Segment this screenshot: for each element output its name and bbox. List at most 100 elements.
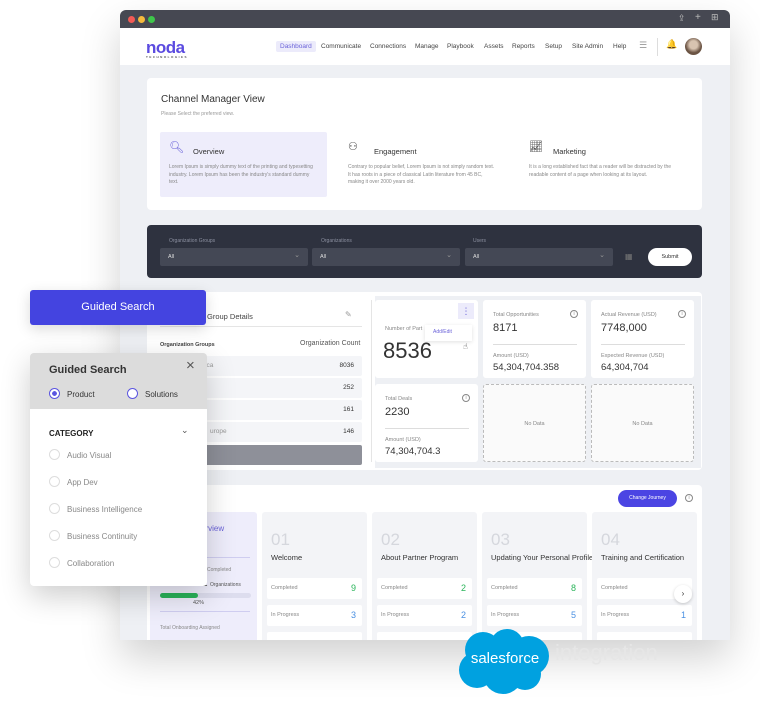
title-bar: ⇪ + ⊞ (120, 10, 730, 28)
radio-label: Product (67, 390, 95, 399)
completed-row: Completed 8 (487, 578, 582, 599)
progress-bar (160, 593, 251, 598)
option-title: Marketing (553, 147, 586, 156)
info-icon[interactable]: i (678, 310, 686, 318)
nav-assets[interactable]: Assets (484, 43, 504, 50)
calendar-icon[interactable]: ▦ (625, 252, 633, 261)
column-header: Organization Count (300, 340, 361, 347)
column-header: Organization Groups (160, 342, 215, 348)
category-checkbox[interactable] (49, 476, 60, 487)
journey-step-card[interactable]: 03 Updating Your Personal Profile Comple… (482, 512, 593, 640)
empty-card: No Data (591, 384, 694, 462)
step-title: Updating Your Personal Profile (491, 553, 594, 562)
integration-text: integration (555, 640, 658, 665)
browser-window: ⇪ + ⊞ noda TECHNOLOGIES Dashboard Communi… (120, 10, 730, 640)
empty-card: No Data (483, 384, 586, 462)
new-tab-icon[interactable]: + (695, 12, 701, 23)
view-option-overview[interactable]: 🔍︎ Overview Lorem Ipsum is simply dummy … (160, 132, 327, 197)
category-item[interactable]: Collaboration (67, 559, 114, 568)
opportunities-card: Total Opportunities i 8171 Amount (USD) 5… (483, 300, 586, 378)
group-details-title: Group Details (207, 312, 253, 321)
category-item[interactable]: App Dev (67, 478, 98, 487)
step-number: 02 (381, 530, 400, 549)
option-title: Overview (193, 147, 225, 156)
info-icon[interactable]: i (570, 310, 578, 318)
tabs-grid-icon[interactable]: ⊞ (711, 12, 719, 23)
journey-step-card[interactable]: 02 About Partner Program Completed 2 In P… (372, 512, 477, 640)
share-icon[interactable]: ⇪ (678, 13, 686, 24)
step-number: 01 (271, 530, 290, 549)
filter-label: Users (473, 238, 487, 244)
partners-value: 8536 (383, 338, 432, 363)
option-text: Lorem Ipsum is simply dummy text of the … (169, 164, 313, 185)
journey-step-card[interactable]: 04 Training and Certification Completed … (592, 512, 697, 640)
maximize-window-button[interactable] (148, 16, 155, 23)
category-item[interactable]: Audio Visual (67, 451, 111, 460)
submit-button[interactable]: Submit (648, 248, 692, 266)
more-options-icon[interactable]: ⋮ (458, 303, 474, 319)
option-text: It is a long established fact that a rea… (529, 164, 672, 178)
in-progress-row: In Progress 2 (377, 605, 472, 626)
menu-item-add-edit[interactable]: Add/Edit (425, 325, 472, 341)
users-select[interactable]: All (465, 248, 613, 266)
page-title: Channel Manager View (161, 94, 265, 105)
filter-label: Organizations (321, 238, 352, 244)
nav-site-admin[interactable]: Site Admin (572, 43, 603, 50)
nav-playbook[interactable]: Playbook (447, 43, 474, 50)
organization-groups-select[interactable]: All (160, 248, 308, 266)
close-window-button[interactable] (128, 16, 135, 23)
close-icon[interactable]: × (186, 357, 195, 374)
orgs-label: Organizations (210, 582, 241, 588)
step-number: 03 (491, 530, 510, 549)
change-journey-button[interactable]: Change Journey (618, 490, 677, 507)
organizations-select[interactable]: All (312, 248, 460, 266)
partners-card: Number of Part 8536 ⋮ Add/Edit ☝ (375, 300, 478, 378)
avatar[interactable] (685, 38, 702, 55)
people-icon: ⚇ (348, 141, 358, 153)
divider (657, 38, 658, 56)
category-checkbox[interactable] (49, 530, 60, 541)
channel-manager-view-card: Channel Manager View Please Select the p… (147, 78, 702, 210)
popup-title: Guided Search (49, 364, 127, 376)
category-item[interactable]: Business Intelligence (67, 505, 142, 514)
nav-reports[interactable]: Reports (512, 43, 535, 50)
completed-row: Completed 9 (267, 578, 362, 599)
nav-manage[interactable]: Manage (415, 43, 439, 50)
category-item[interactable]: Business Continuity (67, 532, 137, 541)
category-checkbox[interactable] (49, 503, 60, 514)
view-option-marketing[interactable]: 📈︎ Marketing It is a long established fa… (522, 132, 689, 197)
step-number: 04 (601, 530, 620, 549)
radio-product[interactable] (49, 388, 60, 399)
next-arrow-button[interactable]: › (674, 585, 692, 603)
option-title: Engagement (374, 147, 417, 156)
nav-setup[interactable]: Setup (545, 43, 562, 50)
chevron-down-icon[interactable]: ⌄ (181, 425, 189, 436)
svg-text:salesforce: salesforce (471, 650, 539, 667)
view-option-engagement[interactable]: ⚇ Engagement Contrary to popular belief,… (341, 132, 508, 197)
category-checkbox[interactable] (49, 449, 60, 460)
radio-solutions[interactable] (127, 388, 138, 399)
nav-dashboard[interactable]: Dashboard (276, 41, 316, 52)
info-icon[interactable]: i (462, 394, 470, 402)
guided-search-button[interactable]: Guided Search (30, 290, 206, 325)
logo[interactable]: noda TECHNOLOGIES (146, 38, 187, 59)
row (267, 632, 362, 640)
assigned-label: Total Onboarding Assigned (160, 625, 220, 631)
in-progress-row: In Progress 5 (487, 605, 582, 626)
progress-percent: 42% (193, 600, 205, 606)
journey-step-card[interactable]: 01 Welcome Completed 9 In Progress 3 (262, 512, 367, 640)
bell-icon[interactable]: 🔔 (666, 39, 677, 50)
minimize-window-button[interactable] (138, 16, 145, 23)
deals-card: Total Deals i 2230 Amount (USD) 74,304,70… (375, 384, 478, 462)
category-header[interactable]: CATEGORY (49, 429, 93, 438)
nav-help[interactable]: Help (613, 43, 626, 50)
list-icon[interactable]: ☰ (639, 40, 647, 51)
filter-bar: Organization Groups All Organizations Al… (147, 225, 702, 278)
edit-icon[interactable]: ✎ (345, 310, 352, 319)
step-title: Welcome (271, 553, 303, 562)
category-checkbox[interactable] (49, 557, 60, 568)
nav-communicate[interactable]: Communicate (321, 43, 361, 50)
nav-connections[interactable]: Connections (370, 43, 406, 50)
info-icon[interactable]: i (685, 494, 693, 502)
salesforce-logo: salesforce (459, 629, 549, 694)
